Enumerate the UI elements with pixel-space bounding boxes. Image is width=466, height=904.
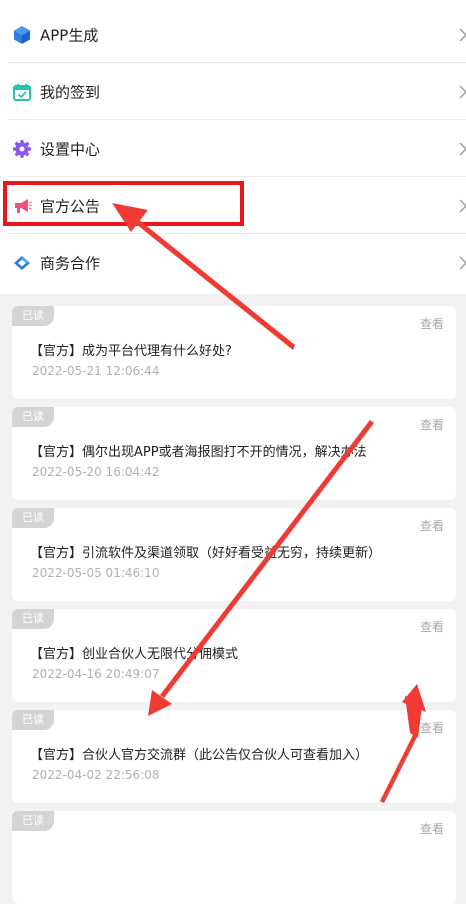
view-link[interactable]: 查看: [420, 517, 444, 534]
read-badge: 已读: [12, 710, 54, 730]
announcement-title: 【官方】创业合伙人无限代分佣模式: [30, 647, 239, 662]
view-link[interactable]: 查看: [420, 315, 444, 332]
view-link[interactable]: 查看: [420, 820, 444, 837]
read-badge: 已读: [12, 306, 54, 326]
read-badge: 已读: [12, 811, 54, 831]
read-badge: 已读: [12, 508, 54, 528]
announcement-card[interactable]: 已读 查看 【官方】偶尔出现APP或者海报图打不开的情况，解决办法 2022-0…: [12, 407, 456, 500]
highlight-box: [3, 181, 244, 226]
announcement-card[interactable]: 已读 查看: [12, 811, 456, 904]
menu-label: 设置中心: [40, 140, 101, 158]
menu-list: APP生成 我的签到 设置中心 官方公告 商务合作: [0, 0, 466, 294]
announcement-time: 2022-05-20 16:04:42: [32, 465, 160, 479]
menu-item-app-generate[interactable]: APP生成: [0, 6, 466, 63]
chevron-right-icon: [459, 142, 466, 155]
chevron-right-icon: [459, 199, 466, 212]
announcement-title: 【官方】合伙人官方交流群（此公告仅合伙人可查看加入）: [30, 748, 369, 763]
chevron-right-icon: [459, 28, 466, 41]
announcement-card[interactable]: 已读 查看 【官方】引流软件及渠道领取（好好看受益无穷，持续更新） 2022-0…: [12, 508, 456, 601]
announcement-card[interactable]: 已读 查看 【官方】创业合伙人无限代分佣模式 2022-04-16 20:49:…: [12, 609, 456, 702]
menu-item-business-cooperation[interactable]: 商务合作: [0, 234, 466, 291]
announcement-title: 【官方】引流软件及渠道领取（好好看受益无穷，持续更新）: [30, 546, 382, 561]
read-badge: 已读: [12, 609, 54, 629]
chevron-right-icon: [459, 85, 466, 98]
announcement-title: 【官方】成为平台代理有什么好处?: [30, 344, 232, 359]
announcement-time: 2022-05-21 12:06:44: [32, 364, 160, 378]
menu-item-my-checkin[interactable]: 我的签到: [0, 63, 466, 120]
handshake-diamond-icon: [14, 255, 30, 270]
announcement-card[interactable]: 已读 查看 【官方】成为平台代理有什么好处? 2022-05-21 12:06:…: [12, 306, 456, 399]
gear-icon: [13, 139, 31, 158]
menu-label: 商务合作: [40, 254, 101, 272]
announcement-time: 2022-04-02 22:56:08: [32, 768, 160, 782]
view-link[interactable]: 查看: [420, 719, 444, 736]
menu-label: APP生成: [40, 26, 99, 44]
announcement-title: 【官方】偶尔出现APP或者海报图打不开的情况，解决办法: [30, 445, 367, 460]
view-link[interactable]: 查看: [420, 618, 444, 635]
announcement-time: 2022-04-16 20:49:07: [32, 667, 160, 681]
menu-item-settings[interactable]: 设置中心: [0, 120, 466, 177]
cube-icon: [14, 25, 30, 44]
menu-label: 我的签到: [40, 83, 101, 101]
view-link[interactable]: 查看: [420, 416, 444, 433]
announcement-time: 2022-05-05 01:46:10: [32, 566, 160, 580]
calendar-check-icon: [13, 83, 31, 101]
announcement-card[interactable]: 已读 查看 【官方】合伙人官方交流群（此公告仅合伙人可查看加入） 2022-04…: [12, 710, 456, 803]
chevron-right-icon: [459, 256, 466, 269]
read-badge: 已读: [12, 407, 54, 427]
